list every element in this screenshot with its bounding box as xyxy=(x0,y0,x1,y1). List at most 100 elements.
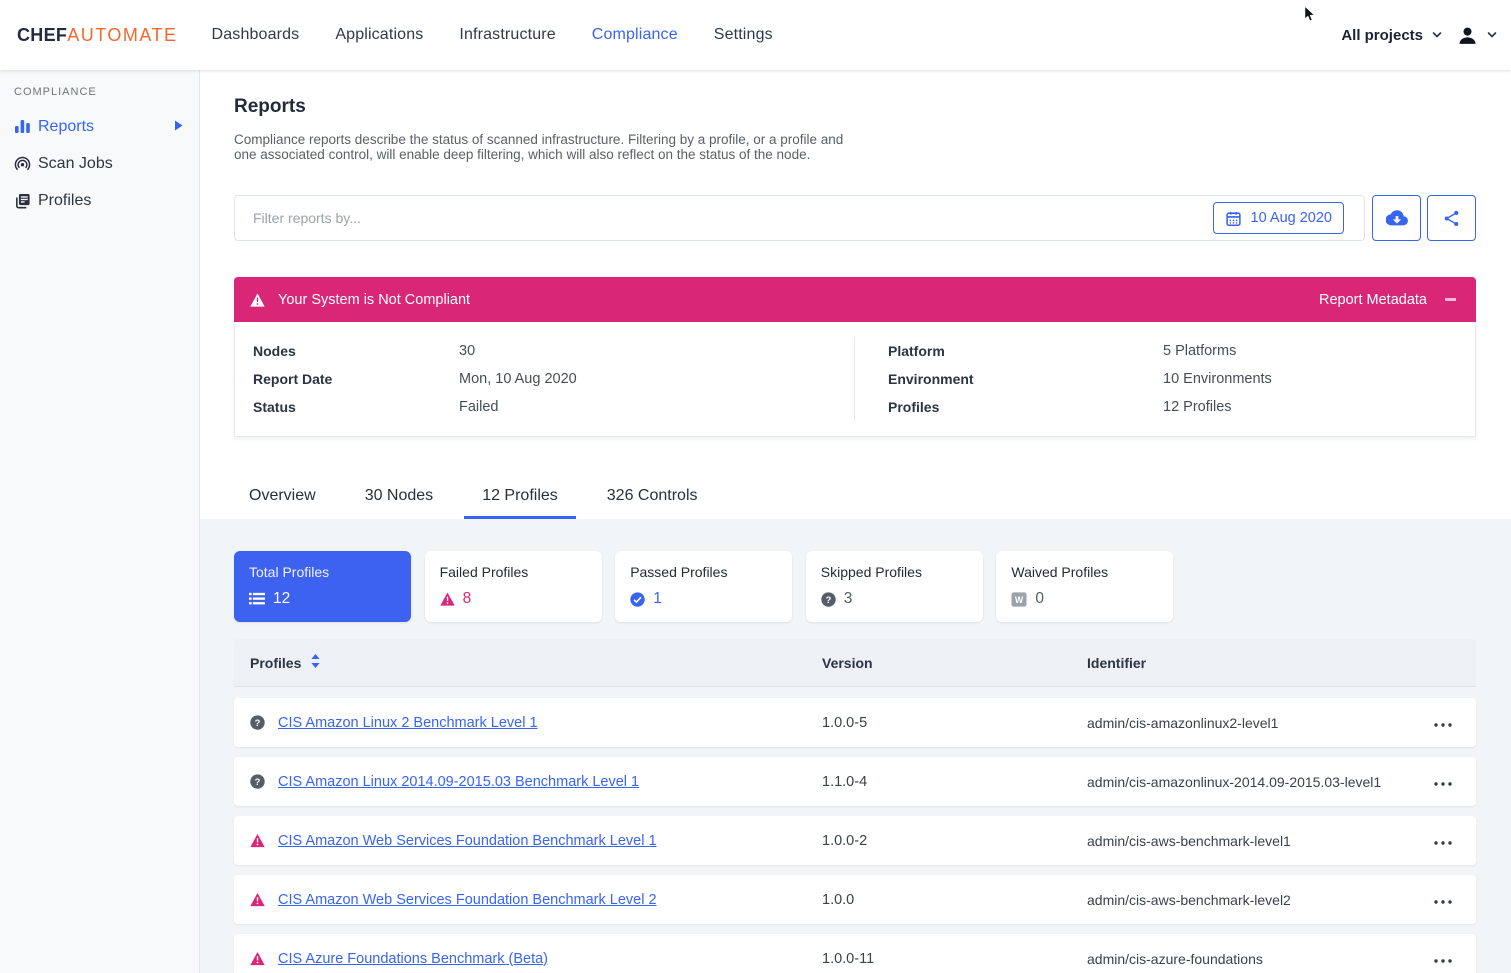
metadata-value: Mon, 10 Aug 2020 xyxy=(459,371,577,387)
sidebar-section-heading: COMPLIANCE xyxy=(14,86,199,98)
card-label: Waived Profiles xyxy=(1011,564,1173,580)
table-row: CIS Azure Foundations Benchmark (Beta) 1… xyxy=(234,934,1476,973)
profile-version: 1.0.0-11 xyxy=(822,951,1087,967)
sidebar-item-profiles[interactable]: Profiles xyxy=(14,182,199,219)
nav-item-dashboards[interactable]: Dashboards xyxy=(212,26,300,44)
card-value: 1 xyxy=(653,590,662,608)
card-value: 0 xyxy=(1035,590,1044,608)
profile-identifier: admin/cis-aws-benchmark-level1 xyxy=(1087,833,1410,849)
filter-reports-input[interactable] xyxy=(253,210,1213,226)
svg-text:?: ? xyxy=(255,718,261,728)
report-metadata-link[interactable]: Report Metadata xyxy=(1319,292,1427,308)
card-label: Failed Profiles xyxy=(440,564,602,580)
profile-link[interactable]: CIS Amazon Web Services Foundation Bench… xyxy=(278,892,657,908)
profile-identifier: admin/cis-aws-benchmark-level2 xyxy=(1087,892,1410,908)
tab-controls[interactable]: 326 Controls xyxy=(589,472,716,519)
table-row: ? CIS Amazon Linux 2014.09-2015.03 Bench… xyxy=(234,757,1476,806)
sort-toggle[interactable] xyxy=(310,653,321,672)
row-menu-button[interactable] xyxy=(1428,710,1458,735)
skipped-question-icon: ? xyxy=(250,774,265,789)
compliance-status-banner: Your System is Not Compliant Report Meta… xyxy=(234,277,1476,322)
share-icon xyxy=(1442,209,1461,228)
radar-icon xyxy=(14,155,31,172)
sidebar-item-reports[interactable]: Reports xyxy=(14,108,199,145)
row-menu-button[interactable] xyxy=(1428,769,1458,794)
metadata-label: Report Date xyxy=(235,371,459,387)
bar-chart-icon xyxy=(14,118,31,135)
nav-item-settings[interactable]: Settings xyxy=(714,26,773,44)
user-menu[interactable] xyxy=(1457,25,1497,46)
ellipsis-icon xyxy=(1434,900,1452,904)
card-failed-profiles[interactable]: Failed Profiles 8 xyxy=(425,551,602,622)
sidebar-item-label: Profiles xyxy=(38,192,91,210)
projects-filter-dropdown[interactable]: All projects xyxy=(1341,27,1442,44)
profile-link[interactable]: CIS Amazon Web Services Foundation Bench… xyxy=(278,833,657,849)
status-cards: Total Profiles 12 Failed Profiles xyxy=(234,551,1476,622)
row-menu-button[interactable] xyxy=(1428,946,1458,971)
projects-filter-label: All projects xyxy=(1341,27,1423,44)
profiles-section: Total Profiles 12 Failed Profiles xyxy=(200,519,1511,973)
expand-arrow-icon[interactable] xyxy=(174,118,183,136)
card-total-profiles[interactable]: Total Profiles 12 xyxy=(234,551,411,622)
nav-item-compliance[interactable]: Compliance xyxy=(592,26,678,44)
page-title: Reports xyxy=(234,95,1476,119)
column-header-version: Version xyxy=(822,655,1087,671)
profile-link[interactable]: CIS Azure Foundations Benchmark (Beta) xyxy=(278,951,548,967)
tab-overview[interactable]: Overview xyxy=(231,472,334,519)
metadata-value: Failed xyxy=(459,399,499,415)
card-value: 3 xyxy=(844,590,853,608)
metadata-value: 5 Platforms xyxy=(1163,343,1236,359)
metadata-row: Platform 5 Platforms xyxy=(855,337,1475,365)
tab-nodes[interactable]: 30 Nodes xyxy=(347,472,452,519)
profile-identifier: admin/cis-azure-foundations xyxy=(1087,951,1410,967)
row-menu-button[interactable] xyxy=(1428,828,1458,853)
waived-badge-icon: W xyxy=(1011,592,1027,607)
filter-bar: 10 Aug 2020 xyxy=(234,195,1476,241)
passed-check-icon xyxy=(630,592,645,607)
chef-automate-logo[interactable]: CHEFAUTOMATE xyxy=(17,25,178,46)
column-header-identifier: Identifier xyxy=(1087,655,1410,671)
nav-item-infrastructure[interactable]: Infrastructure xyxy=(459,26,555,44)
profile-link[interactable]: CIS Amazon Linux 2014.09-2015.03 Benchma… xyxy=(278,774,639,790)
report-tabs: Overview 30 Nodes 12 Profiles 326 Contro… xyxy=(231,472,1476,519)
nav-item-applications[interactable]: Applications xyxy=(335,26,423,44)
main-content: Reports Compliance reports describe the … xyxy=(200,70,1511,973)
card-passed-profiles[interactable]: Passed Profiles 1 xyxy=(615,551,792,622)
calendar-icon xyxy=(1225,210,1242,227)
tab-profiles[interactable]: 12 Profiles xyxy=(464,472,576,519)
metadata-row: Status Failed xyxy=(235,393,854,421)
user-avatar-icon xyxy=(1457,25,1478,46)
metadata-row: Profiles 12 Profiles xyxy=(855,393,1475,421)
download-report-button[interactable] xyxy=(1372,195,1421,241)
profile-link[interactable]: CIS Amazon Linux 2 Benchmark Level 1 xyxy=(278,715,538,731)
user-chevron-down-icon xyxy=(1487,30,1497,40)
ellipsis-icon xyxy=(1434,782,1452,786)
failed-triangle-icon xyxy=(250,892,265,907)
metadata-label: Environment xyxy=(855,371,1163,387)
profile-identifier: admin/cis-amazonlinux2-level1 xyxy=(1087,715,1410,731)
logo-chef: CHEF xyxy=(17,25,67,46)
profiles-table: Profiles Version Identifier xyxy=(234,639,1476,973)
row-menu-button[interactable] xyxy=(1428,887,1458,912)
metadata-row: Environment 10 Environments xyxy=(855,365,1475,393)
sidebar-item-label: Reports xyxy=(38,118,94,136)
profile-version: 1.0.0-5 xyxy=(822,715,1087,731)
ellipsis-icon xyxy=(1434,723,1452,727)
metadata-value: 12 Profiles xyxy=(1163,399,1232,415)
metadata-label: Nodes xyxy=(235,343,459,359)
sidebar-item-label: Scan Jobs xyxy=(38,155,113,173)
svg-text:?: ? xyxy=(255,777,261,787)
skipped-question-icon: ? xyxy=(250,715,265,730)
card-waived-profiles[interactable]: Waived Profiles W 0 xyxy=(996,551,1173,622)
sidebar-item-scan-jobs[interactable]: Scan Jobs xyxy=(14,145,199,182)
card-skipped-profiles[interactable]: Skipped Profiles ? 3 xyxy=(806,551,983,622)
date-picker-button[interactable]: 10 Aug 2020 xyxy=(1213,202,1344,234)
collapse-banner-button[interactable] xyxy=(1445,298,1456,301)
column-header-profiles: Profiles xyxy=(250,655,301,671)
metadata-value: 10 Environments xyxy=(1163,371,1272,387)
ellipsis-icon xyxy=(1434,959,1452,963)
share-report-button[interactable] xyxy=(1427,195,1476,241)
profile-identifier: admin/cis-amazonlinux-2014.09-2015.03-le… xyxy=(1087,774,1410,790)
table-row: CIS Amazon Web Services Foundation Bench… xyxy=(234,875,1476,924)
card-label: Skipped Profiles xyxy=(821,564,983,580)
